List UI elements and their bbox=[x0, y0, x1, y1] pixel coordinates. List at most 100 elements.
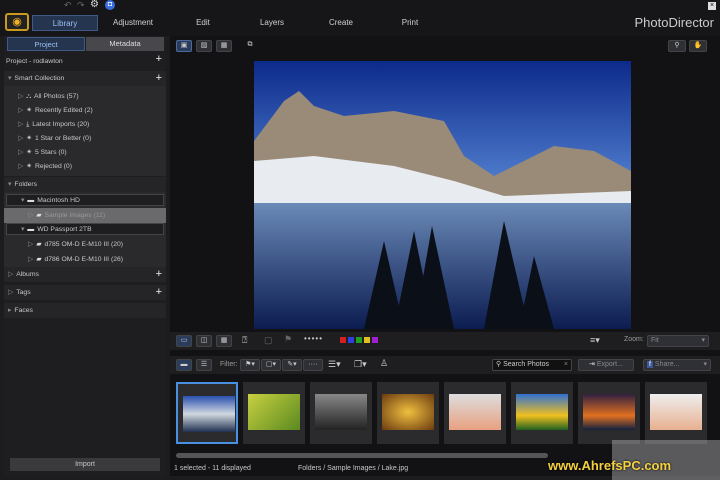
drive-wd-passport[interactable]: ▾ ▬ WD Passport 2TB bbox=[6, 223, 164, 235]
color-labels bbox=[340, 337, 378, 343]
facebook-icon: f bbox=[647, 361, 653, 368]
folders-header[interactable]: ▾ Folders bbox=[4, 177, 166, 192]
photo-thumbnail[interactable] bbox=[444, 382, 506, 444]
color-label-swatch[interactable] bbox=[372, 337, 378, 343]
folder-label: Sample Images (11) bbox=[44, 212, 106, 219]
import-icon: ⤓ bbox=[26, 121, 30, 128]
magic-wand-icon: ✴ bbox=[26, 135, 32, 142]
tab-create[interactable]: Create bbox=[308, 15, 374, 31]
browser-toolbar: ▬ ☰ Filter: ⚑▾ ▢▾ ✎▾ ···· ☰▾ ❐▾ ♙ ⚲ Sear… bbox=[170, 356, 720, 374]
faces-label: Faces bbox=[14, 307, 33, 314]
faces-header[interactable]: ▸ Faces bbox=[4, 303, 166, 318]
list-item[interactable]: ▷ ✴ 5 Stars (0) bbox=[4, 145, 166, 160]
redo-icon[interactable]: ↷ bbox=[77, 0, 85, 11]
tags-label: Tags bbox=[16, 289, 31, 296]
tags-header[interactable]: ▷ Tags + bbox=[4, 285, 166, 300]
tab-edit[interactable]: Edit bbox=[170, 15, 236, 31]
app-logo: ◉ bbox=[5, 13, 29, 31]
add-icon[interactable]: + bbox=[156, 267, 162, 282]
add-to-album-icon[interactable]: ▢ bbox=[264, 335, 273, 346]
star-rating[interactable]: ••••• bbox=[304, 334, 323, 343]
project-header: Project - rodlawton + bbox=[4, 53, 166, 68]
photo-thumbnail[interactable] bbox=[310, 382, 372, 444]
folder-item[interactable]: ▷ ▰ d785 OM-D E-M10 III (20) bbox=[4, 237, 166, 252]
flag-icon[interactable]: ⚑ bbox=[284, 334, 292, 345]
tab-print[interactable]: Print bbox=[377, 15, 443, 31]
tab-metadata[interactable]: Metadata bbox=[86, 37, 164, 51]
search-photos-input[interactable]: ⚲ Search Photos × bbox=[492, 359, 572, 371]
hand-pan-icon[interactable]: ✋ bbox=[689, 40, 707, 52]
sort-list-icon[interactable]: ☰▾ bbox=[328, 359, 341, 370]
add-icon[interactable]: + bbox=[156, 53, 162, 66]
share-button[interactable]: f Share... ▾ bbox=[643, 359, 711, 371]
photo-thumbnail[interactable] bbox=[176, 382, 238, 444]
zoom-search-icon[interactable]: ⚲ bbox=[668, 40, 686, 52]
filmstrip-scrollbar[interactable] bbox=[176, 453, 548, 458]
photo-thumbnail[interactable] bbox=[377, 382, 439, 444]
left-panel: Project Metadata Project - rodlawton + ▾ S… bbox=[4, 36, 166, 476]
color-label-swatch[interactable] bbox=[356, 337, 362, 343]
smart-collection-header[interactable]: ▾ Smart Collection + bbox=[4, 71, 166, 86]
split-view-icon[interactable]: ◫ bbox=[196, 335, 212, 347]
smart-collection-label: Smart Collection bbox=[14, 75, 65, 82]
undo-icon[interactable]: ↶ bbox=[64, 0, 72, 11]
photo-thumbnail[interactable] bbox=[645, 382, 707, 444]
photo-thumbnail[interactable] bbox=[511, 382, 573, 444]
add-icon[interactable]: + bbox=[156, 285, 162, 300]
stack-icon[interactable]: ❐▾ bbox=[354, 359, 367, 370]
single-view-icon[interactable]: ▭ bbox=[176, 335, 192, 347]
clear-search-icon[interactable]: × bbox=[564, 360, 568, 370]
albums-label: Albums bbox=[16, 271, 39, 278]
item-label: 5 Stars (0) bbox=[34, 149, 67, 156]
list-item[interactable]: ▷ ✴ 1 Star or Better (0) bbox=[4, 131, 166, 146]
face-tag-icon[interactable]: ⍰ bbox=[242, 335, 247, 346]
magic-wand-icon: ✴ bbox=[26, 107, 32, 114]
folder-icon: ▰ bbox=[36, 241, 42, 248]
preview-toolbar: ▭ ◫ ▦ ⍰ ▢ ⚑ ••••• ≡▾ Zoom: Fit ▾ bbox=[170, 332, 720, 350]
drive-macintosh-hd[interactable]: ▾ ▬ Macintosh HD bbox=[6, 194, 164, 206]
view-single-icon[interactable]: ▨ bbox=[196, 40, 212, 52]
export-button[interactable]: ⇥ Export... bbox=[578, 359, 634, 371]
filter-label-dropdown[interactable]: ▢▾ bbox=[261, 359, 281, 371]
color-label-swatch[interactable] bbox=[348, 337, 354, 343]
filter-edit-dropdown[interactable]: ✎▾ bbox=[282, 359, 302, 371]
color-label-swatch[interactable] bbox=[340, 337, 346, 343]
folder-item[interactable]: ▷ ▰ d786 OM-D E-M10 III (26) bbox=[4, 252, 166, 267]
color-label-swatch[interactable] bbox=[364, 337, 370, 343]
filter-flag-dropdown[interactable]: ⚑▾ bbox=[240, 359, 260, 371]
list-item[interactable]: ▷ ⤓ Latest Imports (20) bbox=[4, 117, 166, 132]
tab-project[interactable]: Project bbox=[7, 37, 85, 51]
albums-header[interactable]: ▷ Albums + bbox=[4, 267, 166, 282]
smart-collection-list: ▷ ⛬ All Photos (57) ▷ ✴ Recently Edited (2) … bbox=[4, 86, 166, 176]
folder-icon: ▰ bbox=[36, 212, 42, 219]
multi-view-icon[interactable]: ▦ bbox=[216, 335, 232, 347]
import-button[interactable]: Import bbox=[10, 458, 160, 471]
tab-layers[interactable]: Layers bbox=[239, 15, 305, 31]
tab-library[interactable]: Library bbox=[32, 15, 98, 31]
folder-item-selected[interactable]: ▷ ▰ Sample Images (11) bbox=[4, 208, 166, 223]
list-item[interactable]: ▷ ✴ Recently Edited (2) bbox=[4, 103, 166, 118]
filter-rating-dropdown[interactable]: ···· bbox=[303, 359, 323, 371]
list-view-icon[interactable]: ☰ bbox=[196, 359, 212, 371]
list-item[interactable]: ▷ ✴ Rejected (0) bbox=[4, 159, 166, 174]
folder-label: d786 OM-D E-M10 III (26) bbox=[44, 256, 124, 263]
top-bar: ◉ ↶ ↷ ⚙ ◘ Library Adjustment Edit Layers… bbox=[0, 0, 720, 36]
notification-icon[interactable]: ◘ bbox=[105, 0, 115, 10]
thumbnail-image bbox=[382, 394, 434, 430]
photo-thumbnail[interactable] bbox=[578, 382, 640, 444]
view-browser-icon[interactable]: ▣ bbox=[176, 40, 192, 52]
zoom-dropdown[interactable]: Fit ▾ bbox=[647, 335, 709, 347]
add-icon[interactable]: + bbox=[156, 71, 162, 86]
filmstrip-view-icon[interactable]: ▬ bbox=[176, 359, 192, 371]
settings-gear-icon[interactable]: ⚙ bbox=[90, 0, 99, 10]
view-grid-icon[interactable]: ▦ bbox=[216, 40, 232, 52]
photo-thumbnail[interactable] bbox=[243, 382, 305, 444]
close-icon[interactable]: × bbox=[708, 2, 716, 10]
sort-icon[interactable]: ≡▾ bbox=[590, 335, 600, 346]
compare-icon[interactable]: ⧉ bbox=[242, 40, 258, 52]
folder-icon: ▰ bbox=[36, 256, 42, 263]
add-person-icon[interactable]: ♙ bbox=[380, 358, 388, 369]
tab-adjustment[interactable]: Adjustment bbox=[100, 15, 166, 31]
item-label: Recently Edited (2) bbox=[34, 107, 93, 114]
list-item[interactable]: ▷ ⛬ All Photos (57) bbox=[4, 89, 166, 104]
